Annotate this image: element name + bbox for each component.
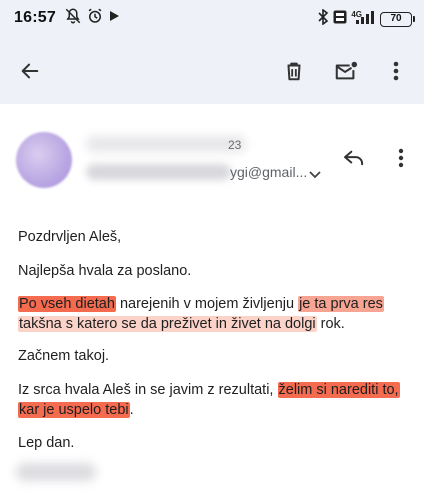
back-arrow-icon[interactable]	[10, 51, 50, 91]
sender-name	[86, 136, 246, 152]
highlight-mid: je ta prva res	[298, 296, 384, 312]
highlight-strong: želim si narediti to,	[277, 382, 400, 398]
mark-unread-icon[interactable]	[326, 51, 366, 91]
paragraph-thanks-line-2: kar je uspelo tebi.	[18, 400, 134, 420]
sender-address-redacted	[86, 164, 231, 180]
text-plain: rok.	[316, 316, 345, 332]
start-now-line: Začnem takoj.	[18, 348, 110, 364]
thanks-line: Najlepša hvala za poslano.	[18, 263, 192, 279]
sender-address[interactable]: ygi@gmail...	[230, 164, 307, 180]
paragraph-diets-line-2: takšna s katero se da preživet in živet …	[18, 314, 345, 334]
status-time: 16:57	[14, 9, 56, 26]
more-vert-icon[interactable]	[376, 51, 416, 91]
paragraph-diets-line-1: Po vseh dietah narejenih v mojem življen…	[18, 294, 384, 314]
highlight-strong: kar je uspelo tebi	[18, 402, 130, 418]
reply-icon[interactable]	[336, 140, 372, 176]
status-bar: 16:57 4G 70	[0, 0, 424, 38]
chevron-down-icon[interactable]	[309, 167, 321, 185]
greeting: Pozdrvljen Aleš,	[18, 229, 122, 245]
highlight-strong: Po vseh dietah	[18, 296, 116, 312]
trash-icon[interactable]	[274, 51, 314, 91]
alarm-icon	[86, 7, 104, 30]
email-date: 23	[228, 138, 242, 152]
text-plain: .	[129, 402, 134, 418]
paragraph-thanks-line-1: Iz srca hvala Aleš in se javim z rezulta…	[18, 380, 400, 400]
highlight-soft: takšna s katero se da preživet in živet …	[18, 316, 317, 332]
text-plain: narejenih v mojem življenju	[115, 296, 299, 312]
network-label: 4G	[351, 9, 362, 19]
signature-redacted	[16, 463, 96, 481]
top-app-bar	[0, 38, 424, 104]
closing-line: Lep dan.	[18, 435, 75, 451]
volte-icon	[333, 10, 347, 29]
play-icon	[108, 9, 120, 27]
battery-icon: 70	[380, 11, 415, 27]
mute-icon	[64, 7, 82, 30]
avatar[interactable]	[16, 132, 72, 188]
message-more-icon[interactable]	[383, 140, 419, 176]
bluetooth-icon	[317, 7, 329, 30]
text-plain: Iz srca hvala Aleš in se javim z rezulta…	[18, 382, 278, 398]
